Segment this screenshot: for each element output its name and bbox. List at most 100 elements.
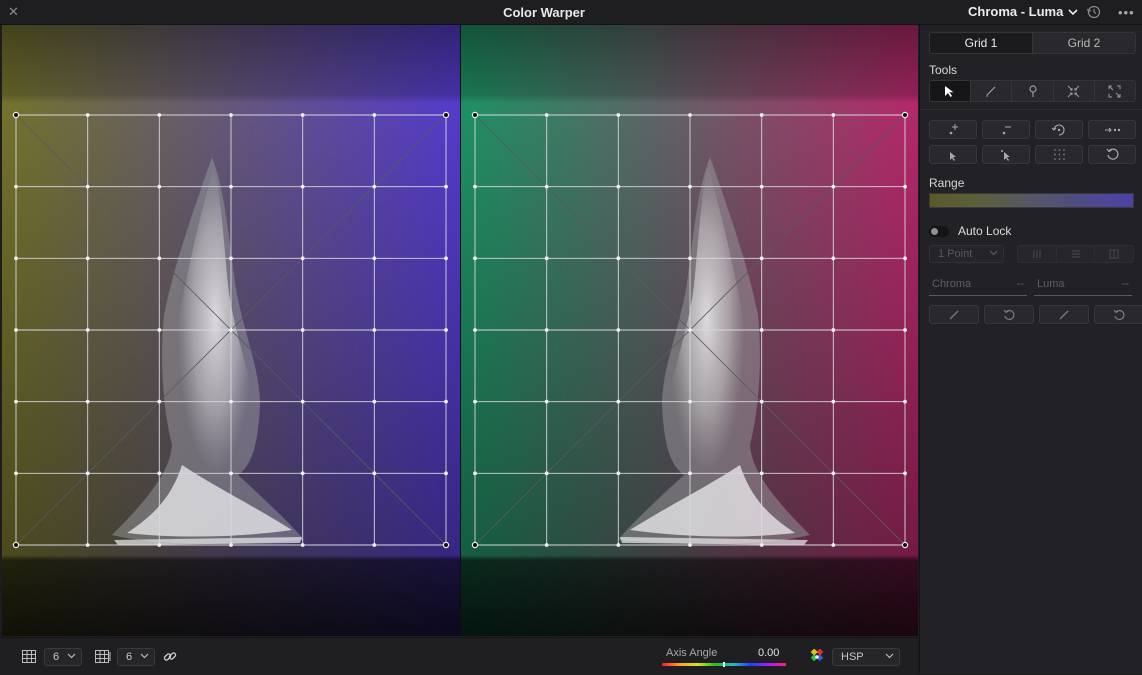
left-control-point[interactable]: [442, 111, 450, 119]
right-control-point[interactable]: [688, 399, 692, 404]
point-mode-select[interactable]: 1 Point: [929, 245, 1004, 263]
right-control-point[interactable]: [688, 113, 692, 117]
left-control-point[interactable]: [14, 184, 18, 189]
luma-pick-button[interactable]: [1039, 305, 1089, 324]
left-control-point[interactable]: [300, 543, 305, 547]
grid-rows-select[interactable]: 6: [117, 648, 155, 666]
tab-grid-2[interactable]: Grid 2: [1032, 33, 1135, 53]
left-control-point[interactable]: [229, 543, 233, 547]
left-control-point[interactable]: [372, 113, 377, 117]
grid-columns-select[interactable]: 6: [44, 648, 82, 666]
right-control-point[interactable]: [831, 256, 836, 261]
chroma-luma-viewer[interactable]: [2, 25, 918, 636]
right-control-point[interactable]: [688, 328, 692, 332]
right-control-point[interactable]: [616, 113, 621, 117]
left-control-point[interactable]: [229, 399, 233, 404]
more-options-icon[interactable]: •••: [1118, 5, 1135, 20]
axis-angle-thumb[interactable]: [723, 662, 725, 667]
left-control-point[interactable]: [444, 256, 448, 261]
left-control-point[interactable]: [444, 328, 448, 332]
add-point-button[interactable]: [929, 120, 977, 139]
left-control-point[interactable]: [157, 113, 162, 117]
mode-dropdown[interactable]: Chroma - Luma: [968, 4, 1078, 19]
right-control-point[interactable]: [903, 471, 907, 476]
left-control-point[interactable]: [14, 256, 18, 261]
lock-rows-button[interactable]: [1055, 246, 1095, 262]
chroma-reset-button[interactable]: [984, 305, 1034, 324]
right-control-point[interactable]: [471, 541, 479, 549]
luma-field[interactable]: Luma --: [1034, 278, 1132, 296]
reset-grid-button[interactable]: [1088, 145, 1136, 164]
chroma-field[interactable]: Chroma --: [929, 278, 1027, 296]
left-control-point[interactable]: [300, 184, 305, 189]
right-warp-view[interactable]: [461, 25, 918, 636]
left-control-point[interactable]: [12, 541, 20, 549]
right-control-point[interactable]: [903, 256, 907, 261]
remove-point-button[interactable]: [982, 120, 1030, 139]
history-reset-icon[interactable]: [1086, 4, 1102, 20]
left-control-point[interactable]: [300, 256, 305, 261]
convert-points-button[interactable]: [1088, 120, 1136, 139]
pen-tool-button[interactable]: [970, 81, 1011, 101]
left-control-point[interactable]: [157, 399, 162, 404]
right-control-point[interactable]: [616, 399, 621, 404]
left-control-point[interactable]: [85, 399, 90, 404]
right-control-point[interactable]: [759, 184, 764, 189]
right-control-point[interactable]: [616, 256, 621, 261]
left-control-point[interactable]: [300, 328, 305, 332]
right-control-point[interactable]: [473, 328, 477, 332]
right-control-point[interactable]: [616, 184, 621, 189]
right-control-point[interactable]: [831, 471, 836, 476]
right-control-point[interactable]: [473, 184, 477, 189]
right-control-point[interactable]: [616, 471, 621, 476]
right-control-point[interactable]: [831, 328, 836, 332]
grid-rows-icon[interactable]: [95, 650, 111, 663]
left-control-point[interactable]: [14, 399, 18, 404]
right-control-point[interactable]: [831, 113, 836, 117]
right-control-point[interactable]: [759, 543, 764, 547]
auto-lock-toggle[interactable]: [929, 226, 949, 237]
left-control-point[interactable]: [14, 471, 18, 476]
left-control-point[interactable]: [157, 471, 162, 476]
right-control-point[interactable]: [759, 113, 764, 117]
left-control-point[interactable]: [157, 184, 162, 189]
link-icon[interactable]: [163, 650, 177, 663]
right-control-point[interactable]: [759, 256, 764, 261]
right-control-point[interactable]: [544, 543, 549, 547]
right-control-point[interactable]: [544, 113, 549, 117]
left-warp-view[interactable]: [2, 25, 460, 636]
left-control-point[interactable]: [372, 256, 377, 261]
left-control-point[interactable]: [85, 328, 90, 332]
right-control-point[interactable]: [831, 399, 836, 404]
left-control-point[interactable]: [300, 113, 305, 117]
right-control-point[interactable]: [901, 541, 909, 549]
left-control-point[interactable]: [12, 111, 20, 119]
left-control-point[interactable]: [85, 543, 90, 547]
right-control-point[interactable]: [616, 328, 621, 332]
left-control-point[interactable]: [229, 184, 233, 189]
right-control-point[interactable]: [903, 399, 907, 404]
right-control-point[interactable]: [759, 328, 764, 332]
left-control-point[interactable]: [229, 471, 233, 476]
right-control-point[interactable]: [471, 111, 479, 119]
axis-angle-value[interactable]: 0.00: [758, 647, 779, 659]
color-space-select[interactable]: HSP: [832, 648, 900, 666]
right-control-point[interactable]: [616, 543, 621, 547]
right-control-point[interactable]: [544, 328, 549, 332]
right-control-point[interactable]: [831, 543, 836, 547]
right-scope-grid[interactable]: [461, 25, 918, 636]
right-control-point[interactable]: [688, 256, 692, 261]
left-control-point[interactable]: [229, 256, 233, 261]
right-control-point[interactable]: [544, 184, 549, 189]
right-control-point[interactable]: [688, 471, 692, 476]
left-control-point[interactable]: [157, 543, 162, 547]
left-control-point[interactable]: [85, 113, 90, 117]
left-control-point[interactable]: [444, 184, 448, 189]
left-control-point[interactable]: [372, 184, 377, 189]
left-control-point[interactable]: [229, 328, 233, 332]
left-control-point[interactable]: [85, 256, 90, 261]
grid-columns-icon[interactable]: [22, 650, 36, 663]
left-control-point[interactable]: [444, 471, 448, 476]
right-control-point[interactable]: [759, 471, 764, 476]
luma-reset-button[interactable]: [1094, 305, 1142, 324]
